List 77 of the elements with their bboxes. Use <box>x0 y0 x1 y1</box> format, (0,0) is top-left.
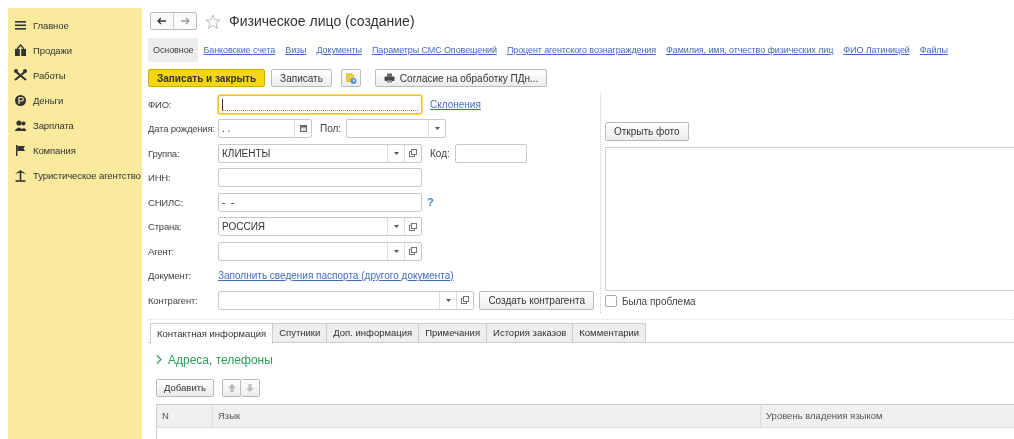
section-link[interactable]: Основное <box>148 38 199 62</box>
section-link[interactable]: Документы <box>311 38 367 62</box>
open-window-icon <box>461 296 470 305</box>
checkbox-label: Была проблема <box>622 295 696 307</box>
field-label: ФИО: <box>148 98 173 110</box>
sidebar-item[interactable]: Зарплата <box>33 120 74 131</box>
section-link[interactable]: Параметры СМС Оповещений <box>367 38 502 62</box>
create-counterparty-button[interactable]: Создать контрагента <box>479 290 594 310</box>
dropdown-caret-icon <box>393 225 399 229</box>
document-clock-icon <box>344 71 357 85</box>
collapsed-chevron-icon[interactable] <box>156 355 162 364</box>
sidebar-item[interactable]: Туристическое агентство <box>33 170 141 181</box>
save-close-button[interactable]: Записать и закрыть <box>148 69 266 87</box>
checkbox[interactable] <box>605 295 617 307</box>
field-label: Группа: <box>148 147 181 159</box>
dropdown-caret-icon <box>445 298 451 302</box>
dropdown-caret-icon <box>393 249 399 253</box>
open-window-icon <box>409 149 417 158</box>
star-icon[interactable] <box>205 13 221 29</box>
back-arrow-icon <box>157 17 167 25</box>
input-field[interactable] <box>218 290 475 310</box>
section-link[interactable]: ФИО Латиницей <box>838 38 915 62</box>
calendar-icon <box>299 125 307 133</box>
add-button[interactable]: Добавить <box>156 378 214 397</box>
input-field[interactable] <box>346 119 447 139</box>
column-header[interactable]: N <box>156 404 213 427</box>
open-window-icon <box>409 247 417 256</box>
tab[interactable]: Примечания <box>418 322 488 342</box>
input-field[interactable] <box>454 143 527 163</box>
sidebar-item[interactable]: Главное <box>33 20 69 31</box>
field-label: Документ: <box>148 270 192 282</box>
input-field[interactable] <box>218 241 422 261</box>
section-link[interactable]: Банковские счета <box>198 38 281 62</box>
sidebar-item[interactable]: Компания <box>33 145 76 156</box>
help-mark[interactable]: ? <box>427 196 434 209</box>
section-link[interactable]: Файлы <box>914 38 953 62</box>
forward-arrow-icon <box>180 17 190 25</box>
column-header[interactable]: Язык <box>212 404 761 427</box>
tab[interactable]: Доп. информация <box>326 322 420 342</box>
printer-icon <box>383 73 395 83</box>
input-field[interactable]: . . <box>218 119 312 139</box>
report-button[interactable] <box>340 69 361 87</box>
field-label: Страна: <box>148 221 183 233</box>
tab[interactable]: Спутники <box>272 322 328 342</box>
up-arrow-icon <box>227 383 236 392</box>
field-label: Код: <box>430 147 450 159</box>
input-field[interactable] <box>218 94 422 114</box>
sidebar-item[interactable]: Продажи <box>33 45 72 56</box>
input-field[interactable]: КЛИЕНТЫ <box>218 143 422 163</box>
input-field[interactable] <box>218 168 422 188</box>
field-label: ИНН: <box>148 172 172 184</box>
link[interactable]: Склонения <box>430 98 481 110</box>
field-label: Пол: <box>320 123 342 135</box>
column-header[interactable]: Уровень владения языком <box>760 404 1014 427</box>
tab[interactable]: Комментарии <box>572 322 647 342</box>
input-field[interactable]: - - <box>218 192 422 212</box>
section-link[interactable]: Фамилия, имя, отчество физических лиц <box>661 38 839 62</box>
field-label: СНИЛС: <box>148 196 185 208</box>
dropdown-caret-icon <box>393 151 399 155</box>
open-photo-button[interactable]: Открыть фото <box>605 122 689 141</box>
dropdown-caret-icon <box>434 127 440 131</box>
field-label: Дата рождения: <box>148 123 216 135</box>
tab[interactable]: История заказов <box>486 322 574 342</box>
down-arrow-icon <box>246 383 254 392</box>
window-title: Физическое лицо (создание) <box>229 13 415 29</box>
input-field[interactable]: РОССИЯ <box>218 217 422 237</box>
open-window-icon <box>409 222 417 231</box>
section-link[interactable]: Процент агентского вознаграждения <box>501 38 662 62</box>
tab[interactable]: Контактная информация <box>150 322 274 345</box>
save-button[interactable]: Записать <box>271 69 332 87</box>
field-label: Агент: <box>148 245 175 257</box>
link[interactable]: Заполнить сведения паспорта (другого документа) <box>218 270 454 282</box>
field-label: Контрагент: <box>148 294 199 306</box>
section-link[interactable]: Визы <box>280 38 312 62</box>
sidebar-item[interactable]: Работы <box>33 70 66 81</box>
consent-print-button[interactable]: Согласие на обработку ПДн... <box>374 69 548 87</box>
sidebar-item[interactable]: Деньги <box>33 95 64 106</box>
